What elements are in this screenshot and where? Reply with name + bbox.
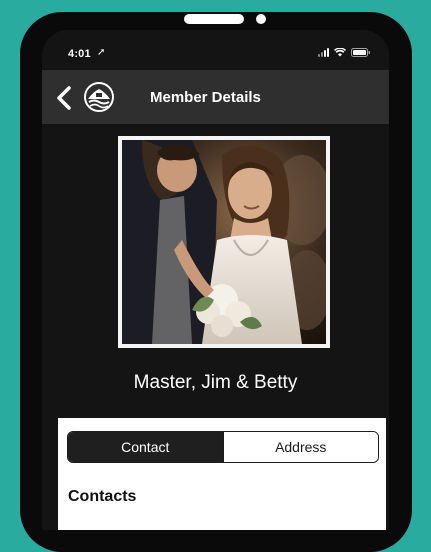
wifi-icon [334,48,346,57]
club-logo-icon [83,81,115,113]
status-bar: 4:01 ➚ [42,30,389,70]
tab-contact[interactable]: Contact [68,432,223,462]
section-heading: Contacts [68,488,137,505]
location-arrow-icon: ➚ [97,47,106,58]
member-name: Master, Jim & Betty [133,372,298,393]
tab-switcher: Contact Address [67,431,379,463]
page-title: Member Details [150,89,261,106]
phone-mockup: 4:01 ➚ Member Details Master, Jim & Bett… [0,0,431,552]
status-icons [318,48,371,57]
navigation-bar: Member Details [42,70,389,124]
speaker-notch [184,14,244,24]
details-card: Contact Address Contacts [58,418,386,530]
chevron-left-icon[interactable] [54,85,76,111]
member-photo [122,140,326,344]
app-screen: 4:01 ➚ Member Details Master, Jim & Bett… [42,30,389,530]
camera-dot [256,14,266,24]
battery-icon [351,48,371,57]
tab-address[interactable]: Address [222,432,378,462]
cellular-signal-icon [318,48,329,57]
member-photo-frame [118,136,330,348]
status-time: 4:01 [68,48,91,60]
